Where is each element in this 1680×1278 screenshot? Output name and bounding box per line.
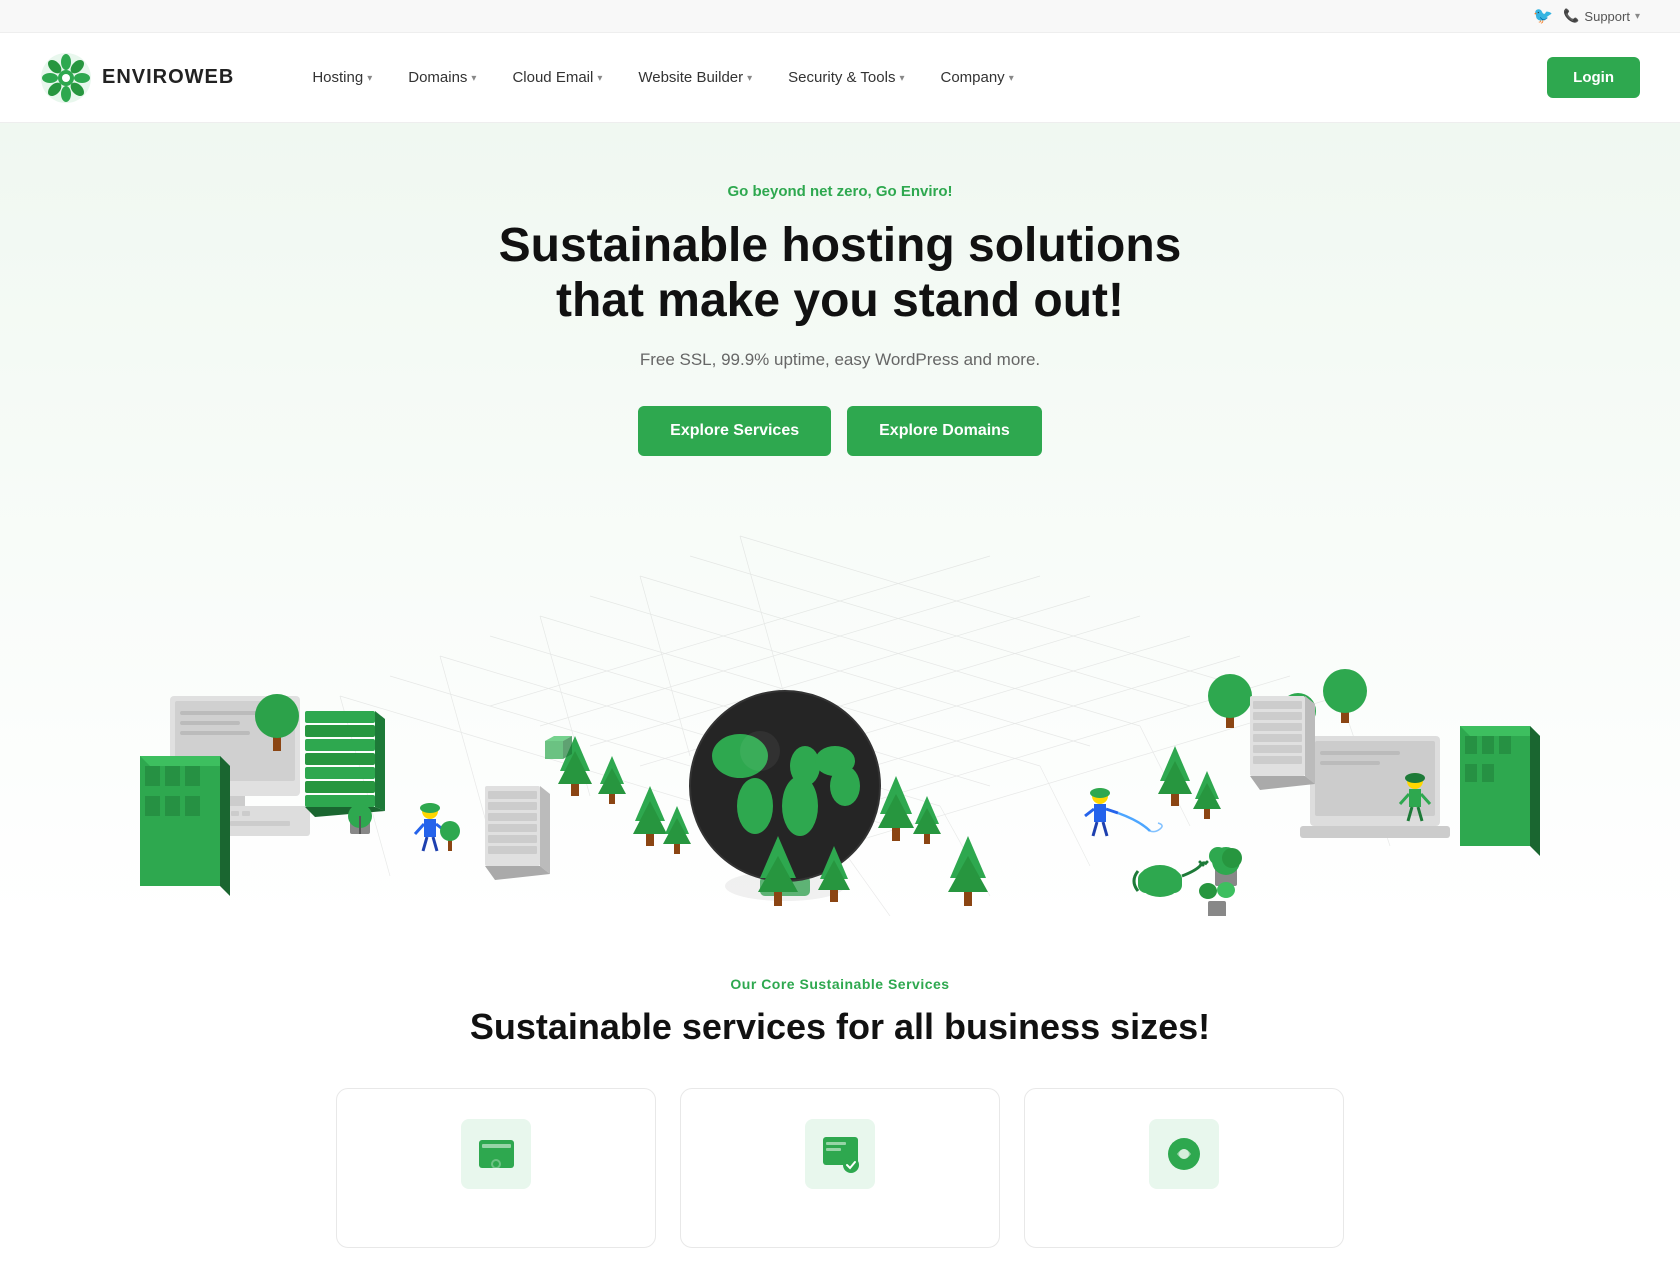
bird-icon: 🐦 [1533,6,1553,26]
nav-company-chevron [1009,73,1014,84]
support-link[interactable]: 📞 Support [1563,8,1640,24]
nav-domains[interactable]: Domains [390,33,494,123]
hero-subtitle: Go beyond net zero, Go Enviro! [727,183,952,200]
nav-hosting[interactable]: Hosting [294,33,390,123]
service-card-3-icon [1149,1119,1219,1189]
hero-title: Sustainable hosting solutions that make … [490,218,1190,328]
service-card-2 [680,1088,1000,1248]
logo-icon [40,52,92,104]
services-section: Our Core Sustainable Services Sustainabl… [0,916,1680,1278]
nav-domains-chevron [471,73,476,84]
support-chevron [1635,11,1640,22]
nav-website-builder[interactable]: Website Builder [620,33,770,123]
login-button[interactable]: Login [1547,57,1640,98]
support-icon: 📞 [1563,8,1579,24]
nav-website-builder-label: Website Builder [638,69,743,86]
nav-security-tools-chevron [899,73,904,84]
nav-security-tools[interactable]: Security & Tools [770,33,922,123]
services-title: Sustainable services for all business si… [40,1006,1640,1048]
services-subtitle: Our Core Sustainable Services [40,976,1640,992]
nav-domains-label: Domains [408,69,467,86]
hero-description: Free SSL, 99.9% uptime, easy WordPress a… [640,350,1040,370]
support-label: Support [1584,9,1630,24]
explore-services-button[interactable]: Explore Services [638,406,831,456]
top-bar: 🐦 📞 Support [0,0,1680,33]
service-card-1 [336,1088,656,1248]
hero-buttons: Explore Services Explore Domains [638,406,1042,456]
nav-cloud-email-label: Cloud Email [512,69,593,86]
hero-svg [140,496,1540,916]
logo-text: ENVIROWEB [102,66,234,89]
hero-section: Go beyond net zero, Go Enviro! Sustainab… [0,123,1680,916]
explore-domains-button[interactable]: Explore Domains [847,406,1042,456]
hero-illustration [140,496,1540,916]
nav-cloud-email[interactable]: Cloud Email [494,33,620,123]
nav-hosting-chevron [367,73,372,84]
nav-hosting-label: Hosting [312,69,363,86]
logo[interactable]: ENVIROWEB [40,52,234,104]
nav-cloud-email-chevron [597,73,602,84]
nav-company[interactable]: Company [922,33,1031,123]
nav-website-builder-chevron [747,73,752,84]
nav-company-label: Company [940,69,1004,86]
service-card-2-icon [805,1119,875,1189]
nav-security-tools-label: Security & Tools [788,69,895,86]
services-cards [40,1088,1640,1248]
main-nav: Hosting Domains Cloud Email Website Buil… [294,33,1547,123]
header: ENVIROWEB Hosting Domains Cloud Email We… [0,33,1680,123]
service-card-3 [1024,1088,1344,1248]
service-card-1-icon [461,1119,531,1189]
